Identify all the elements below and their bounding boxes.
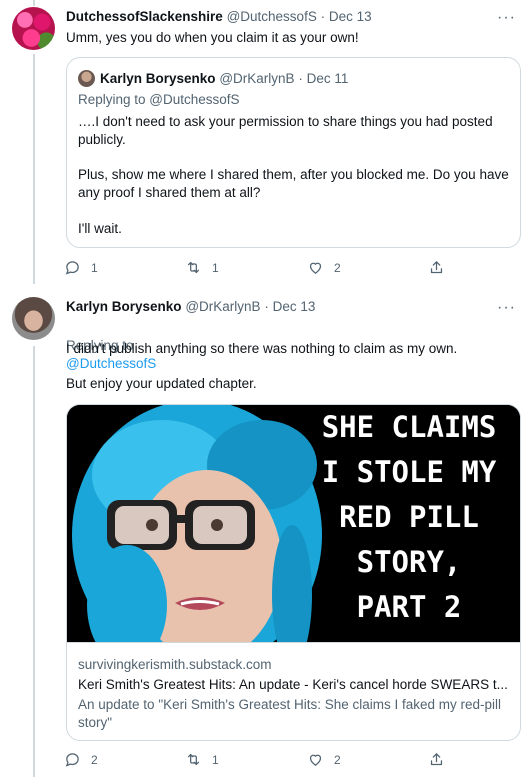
card-meta[interactable]: survivingkerismith.substack.com Keri Smi…	[67, 642, 520, 740]
replying-handle[interactable]: @DutchessofS	[66, 356, 156, 371]
quote-avatar	[78, 70, 95, 87]
author-name[interactable]: DutchessofSlackenshire	[66, 9, 223, 24]
retweet-count: 1	[212, 752, 219, 767]
share-icon	[430, 261, 443, 274]
card-description: An update to "Keri Smith's Greatest Hits…	[78, 697, 502, 730]
like-count: 2	[334, 752, 341, 767]
quote-text-3: I'll wait.	[78, 221, 122, 236]
retweet-button[interactable]: 1	[185, 259, 219, 276]
quote-text-2: Plus, show me where I shared them, after…	[78, 167, 509, 200]
tweet-date[interactable]: Dec 13	[273, 299, 316, 314]
avatar[interactable]	[12, 7, 55, 50]
quote-header: Karlyn Borysenko @DrKarlynB · Dec 11	[100, 71, 348, 86]
reply-icon	[65, 753, 79, 767]
card-title: Keri Smith's Greatest Hits: An update - …	[78, 677, 508, 692]
more-icon[interactable]: ···	[497, 300, 516, 316]
tweet-actions: 2 1 2	[64, 751, 464, 771]
reply-button[interactable]: 2	[64, 751, 98, 768]
more-icon[interactable]: ···	[497, 10, 516, 26]
like-button[interactable]: 2	[307, 259, 341, 276]
share-button[interactable]	[428, 259, 455, 276]
reply-icon	[65, 261, 79, 275]
quote-text-1: ….I don't need to ask your permission to…	[78, 114, 493, 147]
share-icon	[430, 753, 443, 766]
link-card[interactable]: SHE CLAIMS I STOLE MY RED PILL STORY, PA…	[66, 404, 521, 741]
tweet-text-2: But enjoy your updated chapter.	[66, 376, 257, 391]
separator: ·	[298, 71, 303, 86]
like-icon	[309, 754, 322, 766]
like-count: 2	[334, 260, 341, 275]
tweet-date[interactable]: Dec 13	[329, 9, 372, 24]
retweet-icon	[187, 753, 200, 766]
reply-count: 1	[91, 260, 98, 275]
tweet-header: DutchessofSlackenshire @DutchessofS · De…	[66, 9, 372, 24]
card-domain: survivingkerismith.substack.com	[78, 657, 272, 672]
author-handle[interactable]: @DutchessofS	[227, 9, 317, 24]
quote-author-name: Karlyn Borysenko	[100, 71, 216, 86]
like-icon	[309, 262, 322, 274]
tweet-header: Karlyn Borysenko @DrKarlynB · Dec 13	[66, 299, 315, 314]
tweet[interactable]: DutchessofSlackenshire @DutchessofS · De…	[0, 0, 530, 290]
author-handle[interactable]: @DrKarlynB	[185, 299, 260, 314]
tweet-actions: 1 1 2	[64, 259, 464, 279]
separator: ·	[320, 9, 326, 24]
quote-author-handle: @DrKarlynB	[219, 71, 295, 86]
tweet-text-1: I didn't publish anything so there was n…	[66, 341, 458, 356]
quote-replying-to: Replying to @DutchessofS	[78, 92, 240, 107]
reply-button[interactable]: 1	[64, 259, 98, 276]
card-image-text: SHE CLAIMS I STOLE MY RED PILL STORY, PA…	[321, 410, 497, 624]
avatar[interactable]	[12, 297, 55, 340]
like-button[interactable]: 2	[307, 751, 341, 768]
separator: ·	[264, 299, 269, 314]
quote-date: Dec 11	[306, 71, 349, 86]
reply-count: 2	[91, 752, 98, 767]
quoted-tweet[interactable]: Karlyn Borysenko @DrKarlynB · Dec 11 Rep…	[66, 57, 521, 248]
author-name[interactable]: Karlyn Borysenko	[66, 299, 182, 314]
tweet-text: Umm, yes you do when you claim it as you…	[66, 30, 359, 45]
retweet-button[interactable]: 1	[185, 751, 219, 768]
card-image[interactable]: SHE CLAIMS I STOLE MY RED PILL STORY, PA…	[67, 405, 520, 642]
share-button[interactable]	[428, 751, 455, 768]
retweet-count: 1	[212, 260, 219, 275]
retweet-icon	[187, 261, 200, 274]
